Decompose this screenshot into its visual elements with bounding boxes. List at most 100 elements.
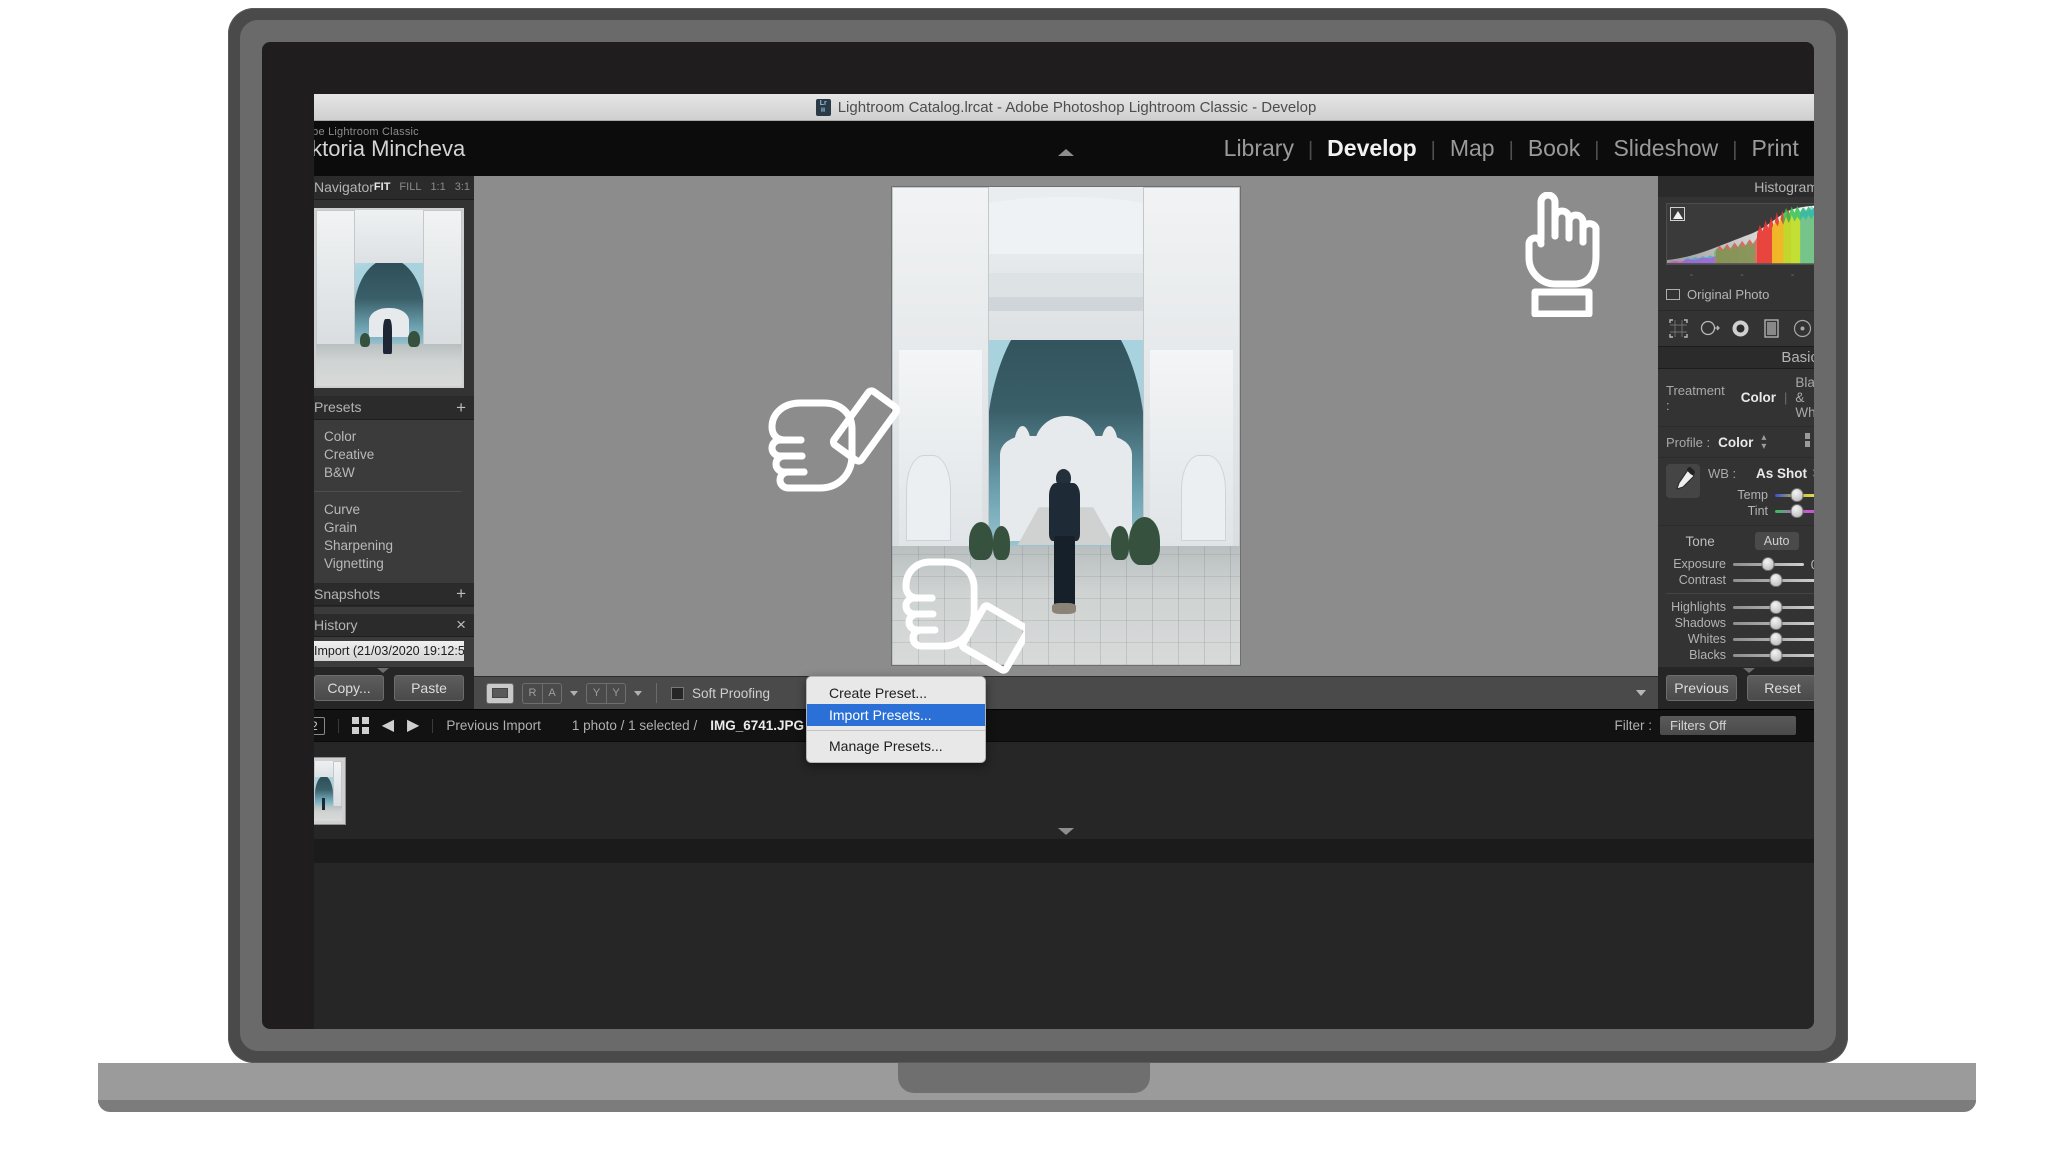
white-balance-eyedropper-icon[interactable] <box>1666 464 1700 498</box>
before-after-toggle[interactable]: R A <box>522 683 562 704</box>
whites-slider-knob[interactable] <box>1769 632 1782 646</box>
highlights-slider-row[interactable]: Highlights <box>1666 599 1814 615</box>
zoom-fit[interactable]: FIT <box>374 181 391 193</box>
temp-slider-knob[interactable] <box>1790 488 1803 502</box>
auto-tone-button[interactable]: Auto <box>1755 532 1799 550</box>
blacks-slider-row[interactable]: Blacks <box>1666 647 1814 663</box>
shadows-slider-knob[interactable] <box>1769 616 1782 630</box>
tint-slider-track[interactable] <box>1775 505 1814 517</box>
laptop-screen: Lr ▤ Lightroom Catalog.lrcat - Adobe Pho… <box>262 42 1814 1029</box>
menu-item-import-presets[interactable]: Import Presets... <box>807 704 985 726</box>
soft-proofing-checkbox[interactable] <box>671 687 684 700</box>
before-after-r[interactable]: R <box>522 683 542 704</box>
graduated-filter-icon[interactable] <box>1761 318 1782 339</box>
reset-button[interactable]: Reset <box>1747 675 1814 701</box>
identity-plate[interactable]: Adobe Lightroom Classic Viktoria Minchev… <box>314 126 465 162</box>
contrast-slider-track[interactable] <box>1733 574 1814 586</box>
compare-y1[interactable]: Y <box>586 683 606 704</box>
crop-overlay-icon[interactable] <box>1668 318 1689 339</box>
wb-value[interactable]: As Shot <box>1756 466 1807 481</box>
contrast-label: Contrast <box>1666 573 1726 587</box>
original-photo-toggle[interactable]: Original Photo <box>1658 281 1814 310</box>
module-print[interactable]: Print <box>1738 135 1813 162</box>
previous-button[interactable]: Previous <box>1666 675 1737 701</box>
exposure-slider-knob[interactable] <box>1762 557 1775 571</box>
preset-group-vignetting[interactable]: Vignetting <box>314 555 474 573</box>
filter-dropdown[interactable]: Filters Off <box>1660 716 1796 735</box>
zoom-1-1[interactable]: 1:1 <box>430 181 445 193</box>
compare-toggle[interactable]: Y Y <box>586 683 626 704</box>
preset-group-grain[interactable]: Grain <box>314 519 474 537</box>
loupe-view-icon[interactable] <box>486 683 514 704</box>
profile-browser-icon[interactable] <box>1805 433 1814 451</box>
menu-item-manage-presets[interactable]: Manage Presets... <box>807 735 985 757</box>
red-eye-icon[interactable] <box>1730 318 1751 339</box>
up-down-arrows-icon[interactable]: ▴▾ <box>1761 433 1766 451</box>
tone-section-header: Tone Auto <box>1658 526 1814 552</box>
paste-button[interactable]: Paste <box>394 675 464 701</box>
preset-group-sharpening[interactable]: Sharpening <box>314 537 474 555</box>
histogram[interactable] <box>1666 203 1814 264</box>
contrast-slider-knob[interactable] <box>1769 573 1782 587</box>
filmstrip-identity-plate[interactable]: 2 <box>314 717 325 735</box>
whites-slider-track[interactable] <box>1733 633 1814 645</box>
preset-group-creative[interactable]: Creative <box>314 446 474 464</box>
treatment-bw-option[interactable]: Black & White <box>1795 375 1814 420</box>
highlights-slider-track[interactable] <box>1733 601 1814 613</box>
preset-group-curve[interactable]: Curve <box>314 501 474 519</box>
blacks-slider-track[interactable] <box>1733 649 1814 661</box>
tint-slider-row[interactable]: Tint <box>1708 503 1814 519</box>
exposure-slider-track[interactable] <box>1733 558 1804 570</box>
up-down-arrows-icon[interactable]: ▴▾ <box>1813 464 1814 482</box>
blacks-slider-knob[interactable] <box>1769 648 1782 662</box>
filmstrip-filename[interactable]: IMG_6741.JPG <box>710 718 804 733</box>
before-after-a[interactable]: A <box>542 683 562 704</box>
copy-button[interactable]: Copy... <box>314 675 384 701</box>
menu-item-create-preset[interactable]: Create Preset... <box>807 682 985 704</box>
module-library[interactable]: Library <box>1210 135 1308 162</box>
chevron-down-icon[interactable] <box>634 691 642 696</box>
compare-y2[interactable]: Y <box>606 683 626 704</box>
image-stage[interactable] <box>474 176 1658 676</box>
zoom-fill[interactable]: FILL <box>399 181 421 193</box>
radial-filter-icon[interactable] <box>1792 318 1813 339</box>
bottom-panel-collapse-arrow[interactable] <box>1058 828 1074 835</box>
exposure-slider-row[interactable]: Exposure 0 <box>1666 556 1814 572</box>
basic-panel-header[interactable]: Basic <box>1658 346 1814 369</box>
spot-removal-icon[interactable] <box>1699 318 1720 339</box>
module-map[interactable]: Map <box>1436 135 1509 162</box>
whites-slider-row[interactable]: Whites <box>1666 631 1814 647</box>
zoom-3-1[interactable]: 3:1 <box>455 181 470 193</box>
preset-group-color[interactable]: Color <box>314 428 474 446</box>
filmstrip-source[interactable]: Previous Import <box>446 718 541 733</box>
module-slideshow[interactable]: Slideshow <box>1599 135 1732 162</box>
shadows-slider-row[interactable]: Shadows <box>1666 615 1814 631</box>
top-panel-collapse-arrow[interactable] <box>1058 149 1074 156</box>
tint-slider-knob[interactable] <box>1790 504 1803 518</box>
plus-icon[interactable]: + <box>456 400 466 415</box>
module-book[interactable]: Book <box>1514 135 1594 162</box>
preset-group-bw[interactable]: B&W <box>314 464 474 482</box>
highlights-slider-knob[interactable] <box>1769 600 1782 614</box>
chevron-down-icon[interactable] <box>570 691 578 696</box>
plus-icon[interactable]: + <box>456 586 466 601</box>
module-develop[interactable]: Develop <box>1313 135 1430 162</box>
temp-slider-track[interactable] <box>1775 489 1814 501</box>
navigator-preview[interactable] <box>314 208 464 389</box>
toolbar-divider <box>656 683 657 703</box>
treatment-color-option[interactable]: Color <box>1741 390 1776 405</box>
main-photo[interactable] <box>892 187 1240 665</box>
profile-value[interactable]: Color <box>1718 435 1753 450</box>
arrow-right-icon[interactable]: ▶ <box>407 719 419 733</box>
filmstrip-thumbnail[interactable] <box>314 757 346 825</box>
contrast-slider-row[interactable]: Contrast <box>1666 572 1814 588</box>
chevron-down-icon[interactable] <box>1636 690 1646 696</box>
close-x-icon[interactable]: × <box>456 617 466 632</box>
exposure-value[interactable]: 0 <box>1811 557 1814 572</box>
shadows-slider-track[interactable] <box>1733 617 1814 629</box>
work-area: Navigator FIT FILL 1:1 3:1 ▴▾ <box>314 176 1814 709</box>
history-entry[interactable]: Import (21/03/2020 19:12:58) <box>314 641 464 661</box>
temp-slider-row[interactable]: Temp <box>1708 487 1814 503</box>
grid-view-icon[interactable] <box>352 717 369 734</box>
arrow-left-icon[interactable]: ◀ <box>382 719 394 733</box>
